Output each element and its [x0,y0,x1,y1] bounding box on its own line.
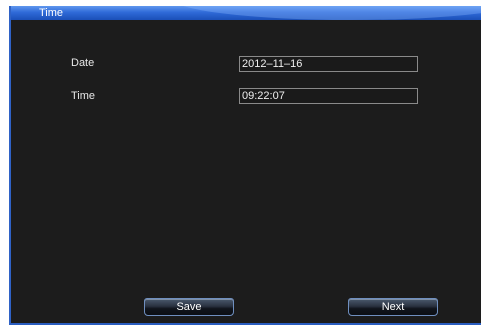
date-field[interactable]: 2012–11–16 [239,56,418,72]
time-settings-window: Time Date 2012–11–16 Time 09:22:07 Save … [9,6,481,325]
title-bar-gloss [171,6,481,20]
save-button[interactable]: Save [144,298,234,316]
time-label: Time [71,90,96,102]
date-label: Date [71,57,95,69]
title-bar: Time [11,6,481,20]
time-field[interactable]: 09:22:07 [239,88,418,104]
window-title: Time [39,7,64,19]
next-button[interactable]: Next [348,298,438,316]
